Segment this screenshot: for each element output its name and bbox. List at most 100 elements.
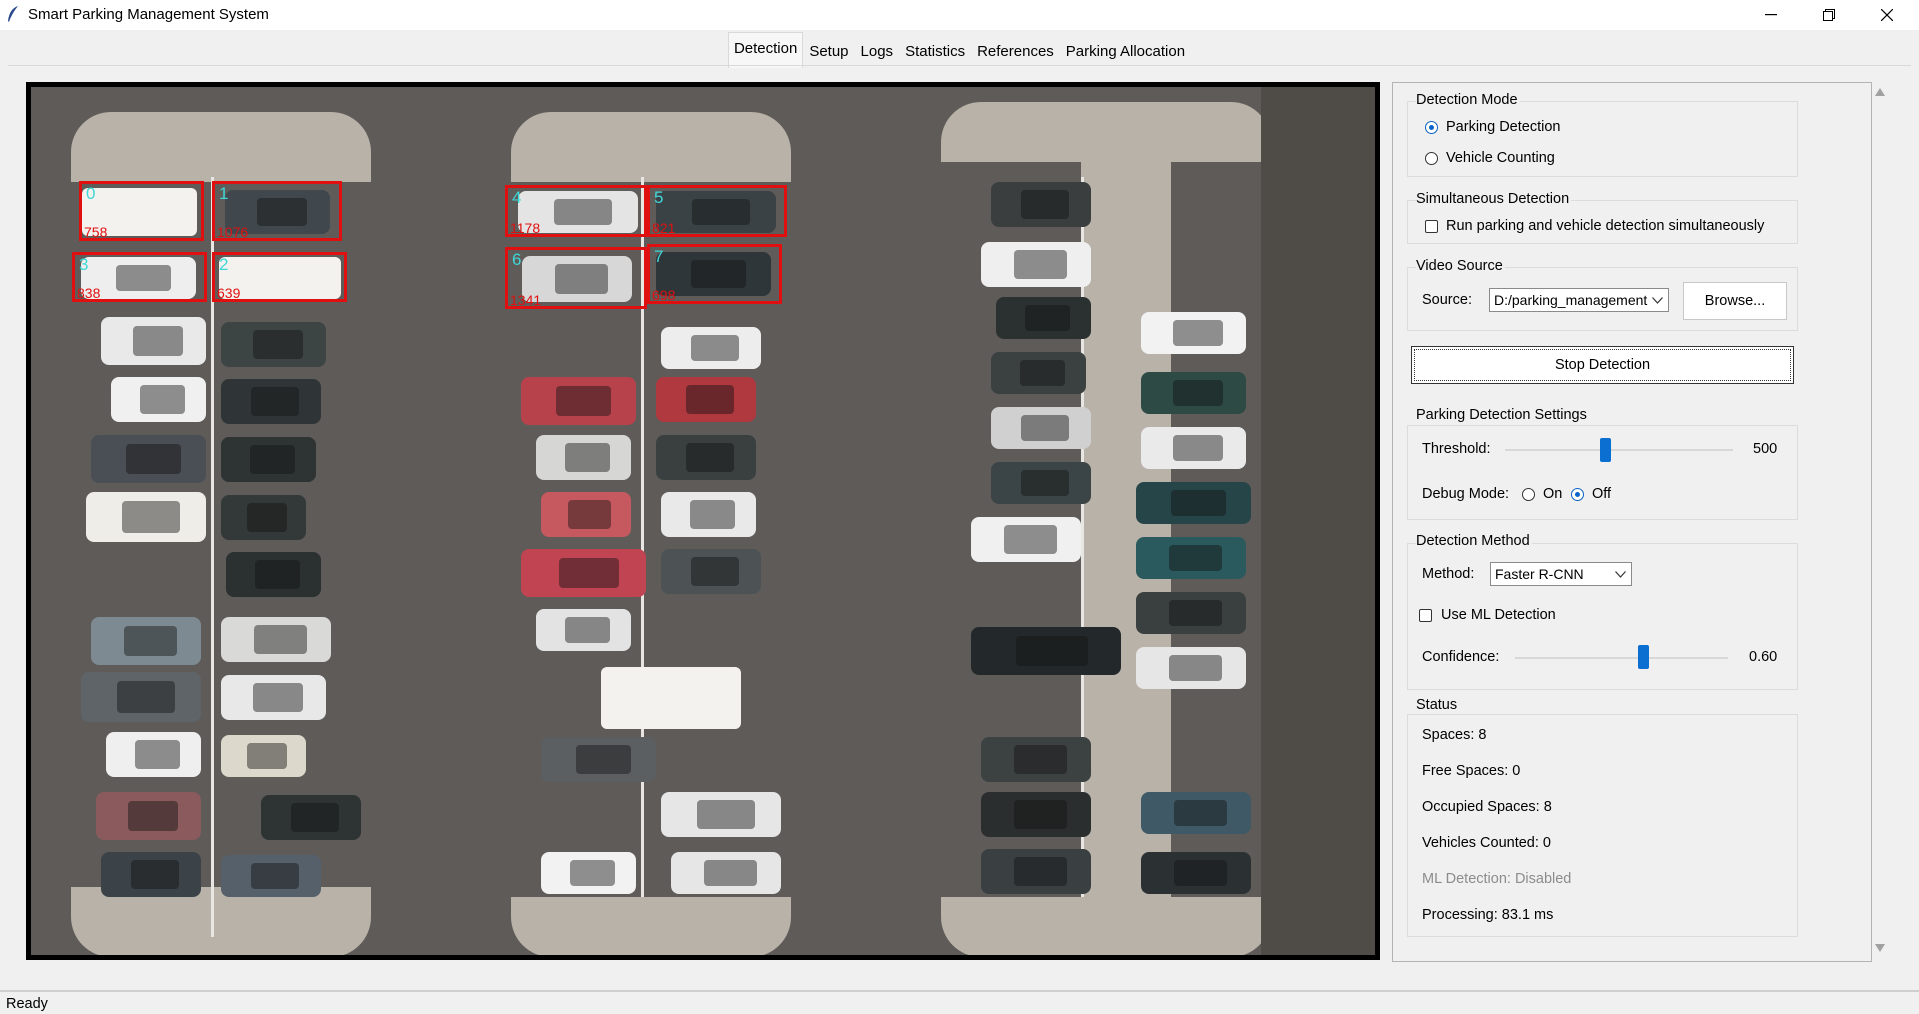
debug-on-radio[interactable] [1522, 488, 1535, 501]
free-spaces-text: Free Spaces: 0 [1422, 763, 1521, 779]
tab-statistics[interactable]: Statistics [899, 36, 971, 67]
car [991, 352, 1086, 394]
threshold-label: Threshold: [1422, 441, 1491, 457]
car [536, 435, 631, 480]
slot-index: 0 [86, 184, 96, 203]
confidence-slider-thumb[interactable] [1637, 645, 1649, 669]
detection-mode-label: Detection Mode [1416, 92, 1520, 108]
slot-count: 1178 [510, 220, 541, 236]
car [991, 407, 1091, 449]
van [601, 667, 741, 729]
parking-island [511, 112, 791, 182]
confidence-value: 0.60 [1749, 649, 1778, 665]
parking-slot: 0 758 [79, 181, 204, 241]
parking-slot: 3 838 [72, 252, 207, 302]
parking-slot: 2 639 [212, 252, 347, 302]
tab-bar: Detection Setup Logs Statistics Referenc… [0, 32, 1919, 68]
parking-island [71, 112, 371, 182]
slot-count: 758 [84, 224, 108, 240]
parking-island [511, 897, 791, 955]
parking-detection-label[interactable]: Parking Detection [1446, 119, 1560, 135]
vehicle-counting-radio[interactable] [1425, 152, 1438, 165]
vehicles-counted-text: Vehicles Counted: 0 [1422, 835, 1551, 851]
tab-detection[interactable]: Detection [727, 32, 804, 68]
tab-references[interactable]: References [971, 36, 1060, 67]
parking-slot: 1 1076 [212, 181, 342, 241]
car [1141, 372, 1246, 414]
parking-detection-radio[interactable] [1425, 121, 1438, 134]
confidence-label: Confidence: [1422, 649, 1500, 665]
tab-parking-allocation[interactable]: Parking Allocation [1060, 36, 1191, 67]
car [536, 609, 631, 651]
car [91, 435, 206, 483]
chevron-down-icon [1615, 571, 1626, 578]
car [671, 852, 781, 894]
restore-icon [1823, 9, 1835, 21]
threshold-slider-track[interactable] [1505, 449, 1733, 451]
video-source-label: Video Source [1416, 258, 1505, 274]
debug-off-radio[interactable] [1571, 488, 1584, 501]
parking-slot: 4 1178 [505, 185, 647, 237]
window-title: Smart Parking Management System [28, 6, 269, 23]
method-combo[interactable]: Faster R-CNN [1490, 562, 1632, 586]
ml-detection-label[interactable]: Use ML Detection [1441, 607, 1556, 623]
stop-detection-button[interactable]: Stop Detection [1411, 346, 1794, 384]
car [981, 849, 1091, 894]
slot-index: 6 [512, 250, 522, 269]
car [221, 855, 321, 897]
occupied-spaces-text: Occupied Spaces: 8 [1422, 799, 1552, 815]
simultaneous-checkbox-label[interactable]: Run parking and vehicle detection simult… [1446, 218, 1764, 234]
car [86, 492, 206, 542]
tab-setup[interactable]: Setup [803, 36, 854, 67]
scroll-down-icon[interactable] [1875, 944, 1885, 952]
simultaneous-label: Simultaneous Detection [1416, 191, 1572, 207]
car [261, 795, 361, 840]
car [541, 737, 656, 782]
feather-app-icon [8, 6, 18, 22]
car [1136, 592, 1246, 634]
car [221, 379, 321, 424]
debug-on-label[interactable]: On [1543, 486, 1562, 502]
scroll-up-icon[interactable] [1875, 88, 1885, 96]
car [996, 297, 1091, 339]
threshold-slider-thumb[interactable] [1600, 438, 1612, 462]
close-icon [1881, 9, 1893, 21]
simultaneous-checkbox[interactable] [1425, 220, 1438, 233]
slot-index: 7 [654, 247, 664, 266]
browse-button[interactable]: Browse... [1683, 282, 1787, 320]
slot-count: 639 [217, 285, 241, 301]
car [106, 732, 201, 777]
car [221, 675, 326, 720]
car [221, 617, 331, 662]
close-button[interactable] [1858, 0, 1916, 30]
minimize-button[interactable] [1742, 0, 1800, 30]
car [221, 437, 316, 482]
detection-method-label: Detection Method [1416, 533, 1532, 549]
tab-logs[interactable]: Logs [855, 36, 900, 67]
slot-count: 698 [652, 287, 676, 303]
car [981, 737, 1091, 782]
parking-settings-label: Parking Detection Settings [1416, 407, 1589, 423]
slot-index: 5 [654, 188, 664, 207]
status-bar: Ready [0, 990, 1919, 1014]
slot-index: 2 [219, 255, 229, 274]
slot-index: 3 [79, 255, 89, 274]
vehicle-counting-label[interactable]: Vehicle Counting [1446, 150, 1555, 166]
car [96, 792, 201, 840]
debug-off-label[interactable]: Off [1592, 486, 1611, 502]
panel-scrollbar[interactable] [1871, 82, 1889, 960]
car [101, 852, 201, 897]
confidence-slider-track[interactable] [1515, 657, 1728, 659]
debug-mode-label: Debug Mode: [1422, 486, 1510, 502]
tab-divider [8, 65, 1911, 66]
slot-index: 1 [219, 184, 229, 203]
ml-detection-status-text: ML Detection: Disabled [1422, 871, 1572, 887]
source-combo[interactable]: D:/parking_management [1489, 288, 1669, 312]
restore-button[interactable] [1800, 0, 1858, 30]
source-value: D:/parking_management [1494, 292, 1648, 308]
car [991, 462, 1091, 504]
car [221, 735, 306, 777]
car [981, 242, 1091, 287]
slot-count: 1341 [510, 292, 542, 308]
ml-detection-checkbox[interactable] [1419, 609, 1432, 622]
